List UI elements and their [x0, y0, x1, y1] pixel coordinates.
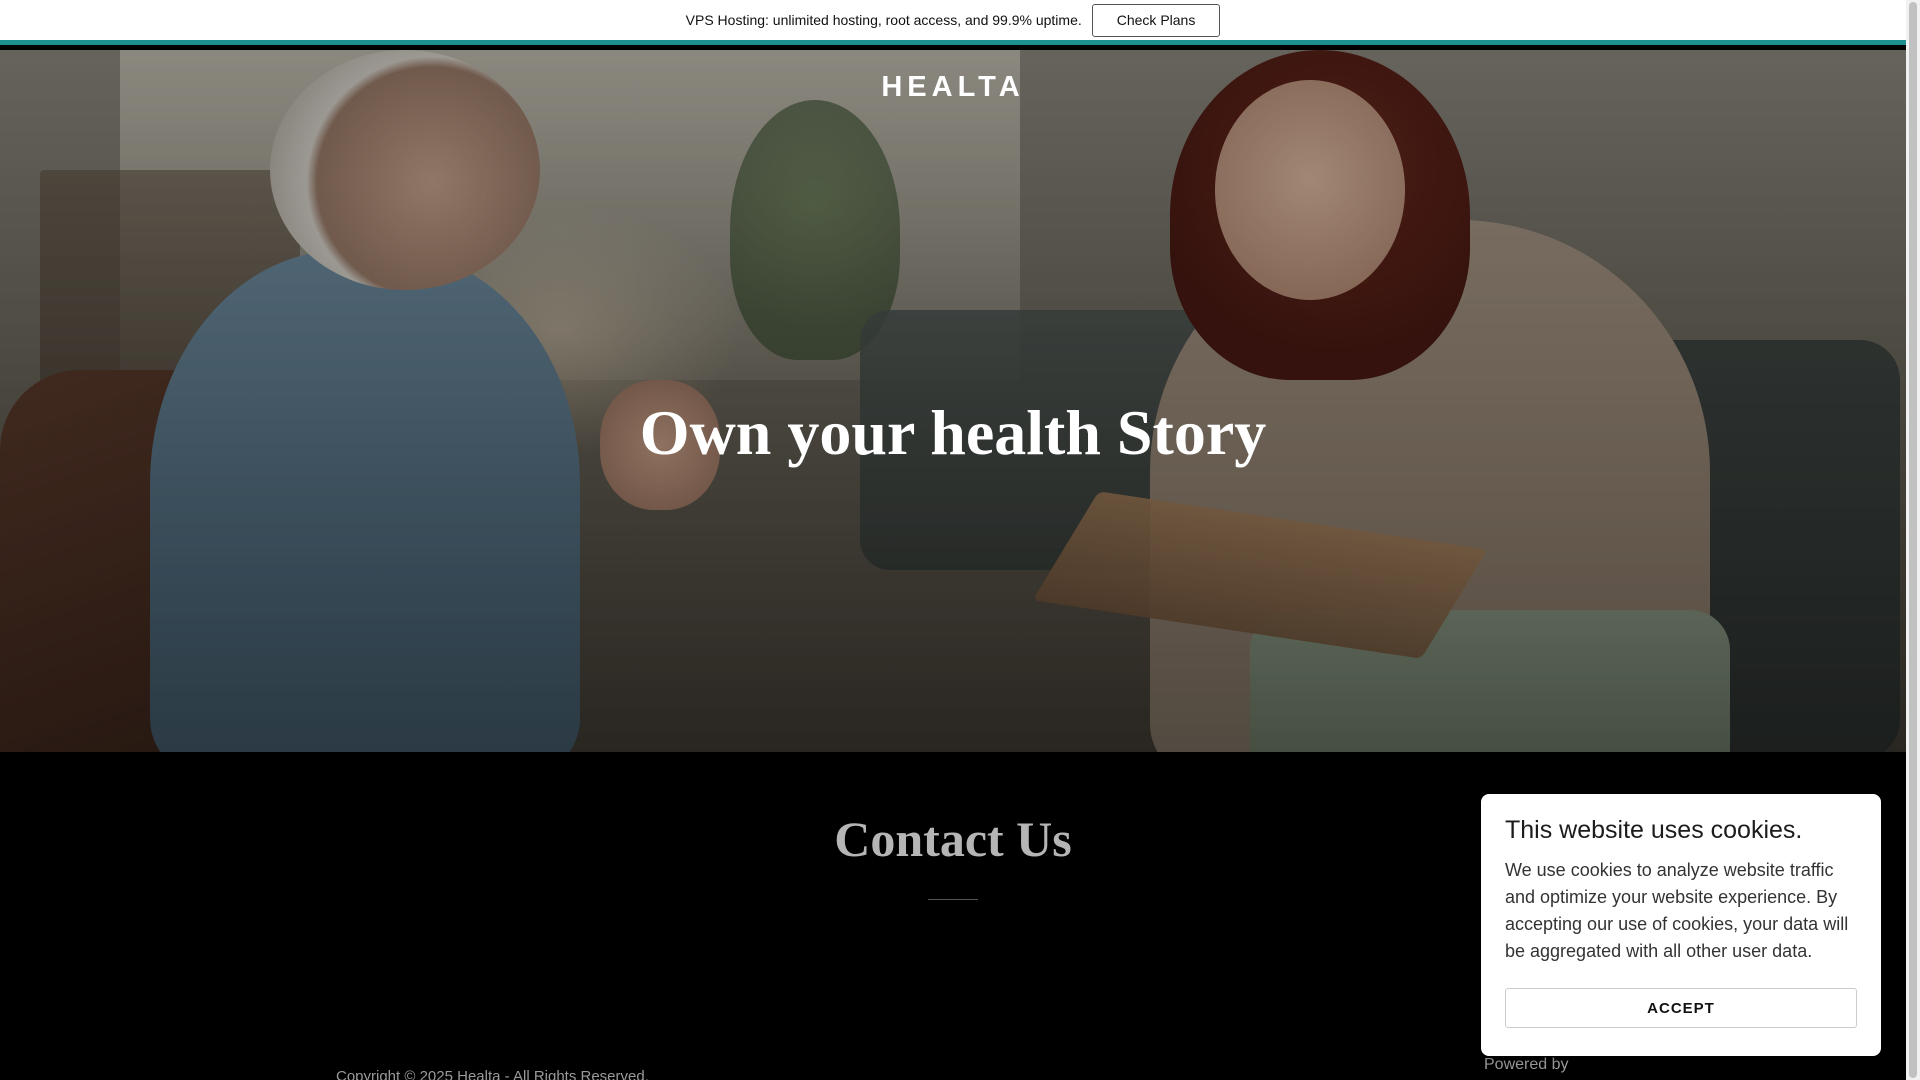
accept-cookies-button[interactable]: ACCEPT — [1505, 988, 1857, 1028]
check-plans-button[interactable]: Check Plans — [1091, 3, 1221, 37]
section-divider — [928, 899, 978, 900]
hero-title: Own your health Story — [639, 397, 1267, 468]
scrollbar[interactable] — [1906, 0, 1920, 1080]
copyright-text: Copyright © 2025 Healta - All Rights Res… — [336, 1068, 649, 1080]
cookie-title: This website uses cookies. — [1505, 816, 1803, 844]
scrollbar-thumb[interactable] — [1909, 2, 1917, 1078]
site-logo[interactable]: HEALTA — [0, 71, 1906, 104]
cookie-body: We use cookies to analyze website traffi… — [1505, 860, 1849, 961]
cookie-banner: This website uses cookies. We use cookie… — [1481, 794, 1881, 1056]
promo-text: VPS Hosting: unlimited hosting, root acc… — [685, 12, 1082, 28]
promo-bar: VPS Hosting: unlimited hosting, root acc… — [0, 0, 1906, 45]
powered-by-text: Powered by — [1484, 1056, 1569, 1073]
